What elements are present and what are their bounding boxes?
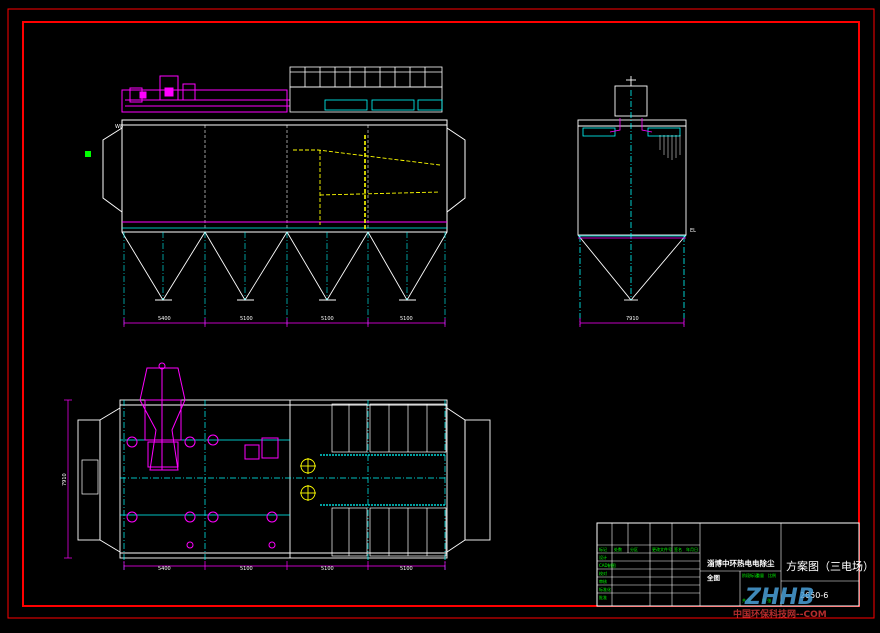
hoppers <box>121 231 448 301</box>
side-dim: 7910 <box>626 316 639 322</box>
tb-left-label-3: 校对 <box>599 570 607 576</box>
tb-left-label-1: 设计 <box>599 554 607 560</box>
tb-row-label-3: 分区 <box>630 546 638 552</box>
watermark-url: 中国环保科技网--COM <box>733 608 827 620</box>
tb-left-label-4: 审核 <box>599 578 607 584</box>
tb-row-label-1: 标记 <box>599 546 607 552</box>
tb-mid-label-2: 重量 <box>756 572 764 578</box>
front-elevation-view: W8 5400 5100 5100 5100 <box>85 66 466 327</box>
title-block: 标记 处数 分区 更改文件号 签名 年月日 设计 CAD制图 校对 审核 标准化… <box>596 522 874 607</box>
tb-row-label-4: 更改文件号 <box>652 546 672 552</box>
tb-left-label-5: 标准化 <box>599 586 611 592</box>
plan-dim-4: 5100 <box>400 566 413 572</box>
elev-tag-left: W8 <box>115 124 123 130</box>
plan-side-dim: 7910 <box>62 473 68 486</box>
tb-row-label-5: 签名 <box>674 546 682 552</box>
elevation-dimension-line <box>123 318 446 327</box>
inner-frame <box>22 21 860 607</box>
side-elevation-view: EL 7910 <box>577 76 696 327</box>
elev-dim-3: 5100 <box>321 316 334 322</box>
insulator-boxes <box>324 99 443 111</box>
support-columns <box>123 232 446 325</box>
tb-row-label-2: 处数 <box>614 546 622 552</box>
tb-project: 淄博中环热电电除尘 <box>707 558 775 568</box>
tb-row-label-6: 年月日 <box>686 546 698 552</box>
side-tag-right: EL <box>690 228 696 234</box>
tb-mid-label-3: 比例 <box>768 572 776 578</box>
inlet-arrow <box>85 151 91 157</box>
plan-dim-3: 5100 <box>321 566 334 572</box>
elev-dim-2: 5100 <box>240 316 253 322</box>
elev-dim-1: 5400 <box>158 316 171 322</box>
watermark: ZHHB 中国环保科技网--COM <box>733 585 827 620</box>
top-rapping-equipment <box>121 75 290 113</box>
tb-left-label-6: 批准 <box>599 594 607 600</box>
plan-dim-1: 5400 <box>158 566 171 572</box>
tb-left-label-2: CAD制图 <box>599 562 616 568</box>
cad-drawing-svg: W8 5400 5100 5100 5100 EL 7910 5400 5100… <box>7 8 875 620</box>
tb-subtitle: 全图 <box>706 573 721 582</box>
field-dividers <box>204 125 369 230</box>
plan-view: 5400 5100 5100 5100 7910 <box>62 362 491 572</box>
plan-dim-2: 5100 <box>240 566 253 572</box>
watermark-logo: ZHHB <box>744 585 815 610</box>
roof-box <box>289 66 443 113</box>
cad-drawing-canvas: W8 5400 5100 5100 5100 EL 7910 5400 5100… <box>0 0 880 629</box>
tb-drawing-title: 方案图（三电场） <box>786 559 874 573</box>
flue-outline <box>293 135 441 230</box>
elev-dim-4: 5100 <box>400 316 413 322</box>
main-casing <box>102 119 466 233</box>
